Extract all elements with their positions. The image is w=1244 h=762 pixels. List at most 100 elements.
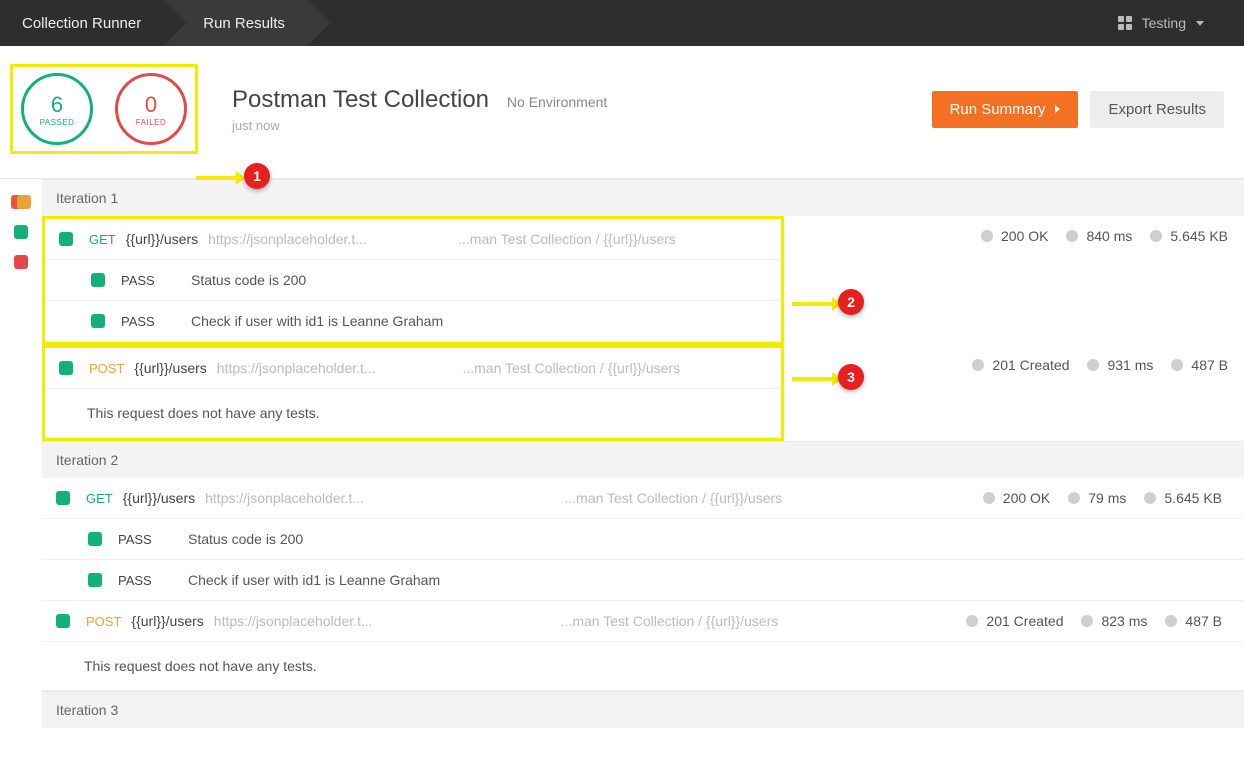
failed-label: FAILED bbox=[136, 118, 167, 127]
run-summary-label: Run Summary bbox=[950, 101, 1046, 118]
request-path: ...man Test Collection / {{url}}/users bbox=[376, 360, 767, 376]
test-result: PASS bbox=[118, 573, 188, 588]
passed-circle[interactable]: 6 PASSED bbox=[21, 73, 93, 145]
test-result: PASS bbox=[121, 314, 191, 329]
dot-icon bbox=[983, 492, 995, 504]
environment-selector[interactable]: Testing bbox=[1118, 0, 1244, 46]
status-square-icon bbox=[88, 532, 102, 546]
request-metrics: 200 OK 840 ms 5.645 KB bbox=[981, 228, 1236, 244]
test-row[interactable]: PASSCheck if user with id1 is Leanne Gra… bbox=[42, 560, 1244, 601]
status-metric: 201 Created bbox=[972, 357, 1069, 373]
test-name: Status code is 200 bbox=[188, 531, 303, 547]
test-result: PASS bbox=[118, 532, 188, 547]
request-name: {{url}}/users bbox=[126, 231, 198, 247]
dot-icon bbox=[1068, 492, 1080, 504]
run-summary-button[interactable]: Run Summary bbox=[932, 91, 1079, 128]
test-row[interactable]: PASSStatus code is 200 bbox=[45, 260, 781, 301]
status-square-icon bbox=[56, 614, 70, 628]
annotation-arrow bbox=[792, 302, 834, 306]
request-method: GET bbox=[86, 491, 113, 506]
status-square-icon bbox=[59, 361, 73, 375]
grid-icon bbox=[1118, 16, 1132, 30]
request-name: {{url}}/users bbox=[123, 490, 195, 506]
passed-count: 6 bbox=[51, 92, 63, 118]
request-row[interactable]: POST {{url}}/users https://jsonplaceholder… bbox=[42, 601, 1244, 642]
test-name: Check if user with id1 is Leanne Graham bbox=[191, 313, 443, 329]
size-metric: 487 B bbox=[1171, 357, 1228, 373]
dot-icon bbox=[1066, 230, 1078, 242]
title-block: Postman Test Collection No Environment j… bbox=[232, 86, 607, 133]
status-square-icon bbox=[56, 491, 70, 505]
export-results-button[interactable]: Export Results bbox=[1090, 91, 1224, 128]
time-metric: 931 ms bbox=[1087, 357, 1153, 373]
status-square-icon bbox=[91, 273, 105, 287]
app-header: Collection Runner Run Results Testing bbox=[0, 0, 1244, 46]
time-ago: just now bbox=[232, 118, 607, 133]
iteration-header[interactable]: Iteration 1 bbox=[42, 179, 1244, 216]
dot-icon bbox=[981, 230, 993, 242]
request-url: https://jsonplaceholder.t... bbox=[217, 360, 376, 376]
request-method: POST bbox=[86, 614, 121, 629]
annotation-badge: 3 bbox=[838, 364, 864, 390]
dot-icon bbox=[1150, 230, 1162, 242]
status-square-icon bbox=[88, 573, 102, 587]
breadcrumb-root[interactable]: Collection Runner bbox=[0, 0, 163, 46]
request-url: https://jsonplaceholder.t... bbox=[214, 613, 373, 629]
request-name: {{url}}/users bbox=[134, 360, 206, 376]
status-metric: 200 OK bbox=[983, 490, 1050, 506]
failed-count: 0 bbox=[145, 92, 157, 118]
request-path: ...man Test Collection / {{url}}/users bbox=[364, 490, 983, 506]
status-metric: 200 OK bbox=[981, 228, 1048, 244]
time-metric: 79 ms bbox=[1068, 490, 1126, 506]
test-row[interactable]: PASSCheck if user with id1 is Leanne Gra… bbox=[45, 301, 781, 342]
test-row[interactable]: PASSStatus code is 200 bbox=[42, 519, 1244, 560]
request-method: GET bbox=[89, 232, 116, 247]
size-metric: 487 B bbox=[1165, 613, 1222, 629]
sidebar-indicator-fail[interactable] bbox=[14, 255, 28, 269]
request-path: ...man Test Collection / {{url}}/users bbox=[373, 613, 967, 629]
action-buttons: Run Summary Export Results bbox=[932, 91, 1224, 128]
request-row[interactable]: GET {{url}}/users https://jsonplaceholder.… bbox=[45, 219, 781, 260]
status-square-icon bbox=[59, 232, 73, 246]
annotation-badge: 2 bbox=[838, 289, 864, 315]
no-environment-label: No Environment bbox=[507, 94, 607, 110]
request-name: {{url}}/users bbox=[131, 613, 203, 629]
test-result: PASS bbox=[121, 273, 191, 288]
annotation-arrow-1 bbox=[196, 176, 238, 180]
size-metric: 5.645 KB bbox=[1150, 228, 1228, 244]
no-tests-message: This request does not have any tests. bbox=[42, 642, 1244, 691]
status-metric: 201 Created bbox=[966, 613, 1063, 629]
summary-bar: 6 PASSED 0 FAILED 1 Postman Test Collect… bbox=[0, 46, 1244, 179]
request-url: https://jsonplaceholder.t... bbox=[205, 490, 364, 506]
request-metrics: 201 Created823 ms487 B bbox=[966, 613, 1230, 629]
request-metrics: 201 Created 931 ms 487 B bbox=[972, 357, 1236, 373]
iteration-header[interactable]: Iteration 3 bbox=[42, 691, 1244, 728]
request-metrics: 200 OK 79 ms 5.645 KB bbox=[983, 490, 1230, 506]
test-name: Check if user with id1 is Leanne Graham bbox=[188, 572, 440, 588]
failed-circle[interactable]: 0 FAILED bbox=[115, 73, 187, 145]
status-square-icon bbox=[91, 314, 105, 328]
iteration-header[interactable]: Iteration 2 bbox=[42, 441, 1244, 478]
sidebar-indicator-mixed[interactable] bbox=[17, 195, 31, 209]
request-url: https://jsonplaceholder.t... bbox=[208, 231, 367, 247]
annotation-badge-1: 1 bbox=[244, 163, 270, 189]
sidebar-indicator-pass[interactable] bbox=[14, 225, 28, 239]
request-row[interactable]: POST{{url}}/usershttps://jsonplaceholder… bbox=[45, 348, 781, 389]
dot-icon bbox=[1087, 359, 1099, 371]
request-path: ...man Test Collection / {{url}}/users bbox=[367, 231, 767, 247]
dot-icon bbox=[1144, 492, 1156, 504]
chevron-down-icon bbox=[1196, 21, 1204, 26]
collection-title: Postman Test Collection bbox=[232, 86, 489, 114]
results-panel: Iteration 1 GET {{url}}/users https://jsonp… bbox=[42, 179, 1244, 728]
test-name: Status code is 200 bbox=[191, 272, 306, 288]
size-metric: 5.645 KB bbox=[1144, 490, 1222, 506]
results-layout: Iteration 1 GET {{url}}/users https://jsonp… bbox=[0, 179, 1244, 728]
request-row[interactable]: GET {{url}}/users https://jsonplaceholder.… bbox=[42, 478, 1244, 519]
breadcrumb: Collection Runner Run Results bbox=[0, 0, 307, 46]
dot-icon bbox=[966, 615, 978, 627]
dot-icon bbox=[1171, 359, 1183, 371]
dot-icon bbox=[1165, 615, 1177, 627]
time-metric: 840 ms bbox=[1066, 228, 1132, 244]
pass-fail-summary: 6 PASSED 0 FAILED bbox=[10, 64, 198, 154]
annotation-arrow bbox=[792, 377, 834, 381]
